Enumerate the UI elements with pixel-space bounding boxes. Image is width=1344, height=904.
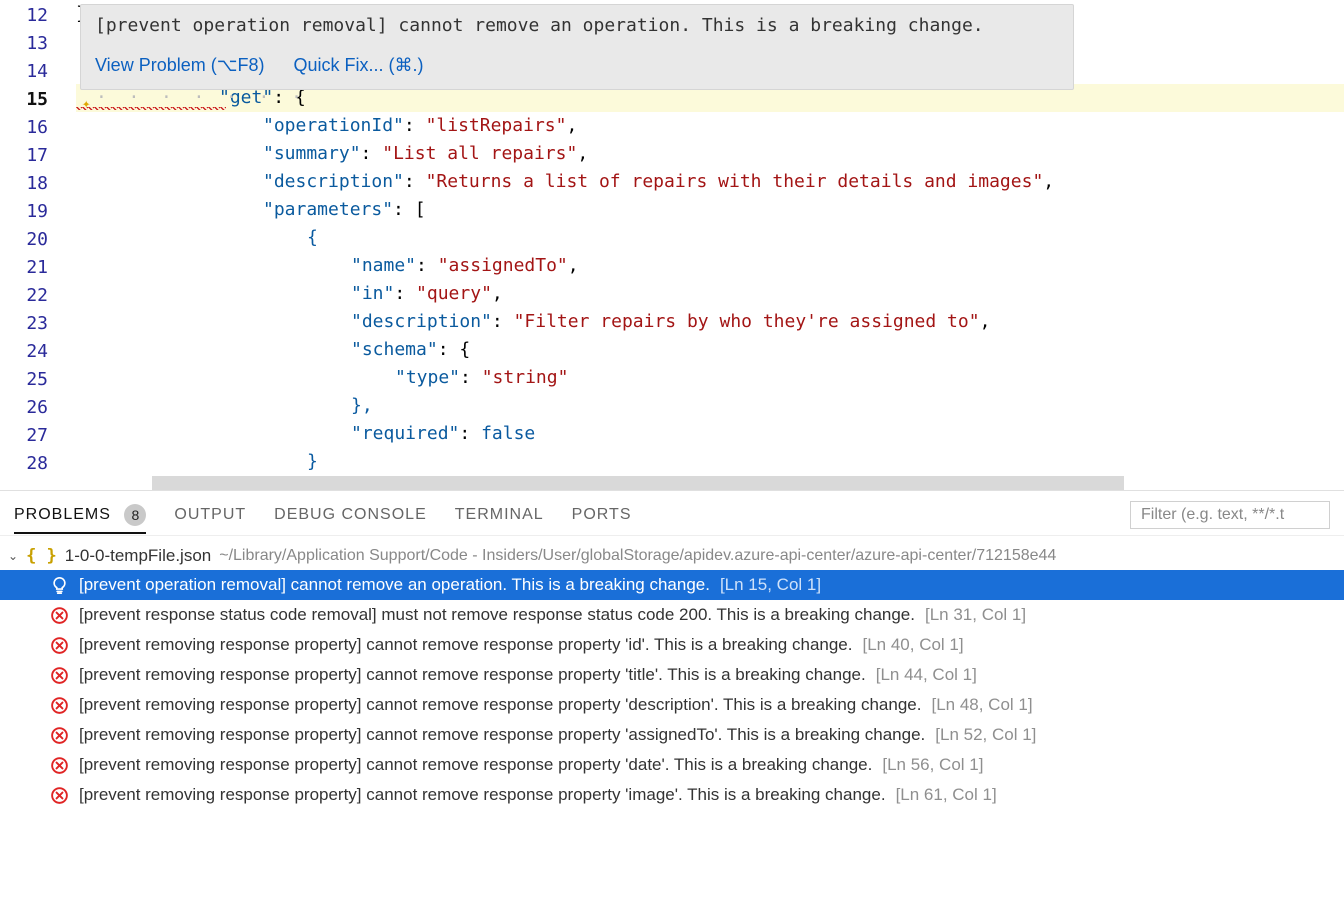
problem-hover-message: [prevent operation removal] cannot remov… xyxy=(95,11,1059,41)
view-problem-link[interactable]: View Problem (⌥F8) xyxy=(95,55,264,75)
problem-row[interactable]: [prevent removing response property] can… xyxy=(0,630,1344,660)
error-icon xyxy=(50,666,69,685)
problem-row[interactable]: [prevent removing response property] can… xyxy=(0,660,1344,690)
lightbulb-icon xyxy=(50,576,69,595)
line-number: 16 xyxy=(0,114,48,142)
problem-message: [prevent removing response property] can… xyxy=(79,755,872,775)
code-line[interactable]: { xyxy=(76,224,1344,252)
tab-ports[interactable]: PORTS xyxy=(572,506,632,524)
line-number: 18 xyxy=(0,170,48,198)
problem-row[interactable]: [prevent removing response property] can… xyxy=(0,780,1344,810)
problem-location: [Ln 31, Col 1] xyxy=(925,605,1026,625)
problem-hover-actions: View Problem (⌥F8) Quick Fix... (⌘.) xyxy=(95,51,1059,79)
tab-problems[interactable]: PROBLEMS 8 xyxy=(14,504,146,534)
error-icon xyxy=(50,606,69,625)
line-number: 19 xyxy=(0,198,48,226)
json-file-icon: { } xyxy=(26,546,57,566)
tab-problems-label: PROBLEMS xyxy=(14,506,111,523)
problem-message: [prevent removing response property] can… xyxy=(79,665,866,685)
line-number: 20 xyxy=(0,226,48,254)
quick-fix-link[interactable]: Quick Fix... (⌘.) xyxy=(293,55,423,75)
code-line[interactable]: "description": "Filter repairs by who th… xyxy=(76,308,1344,336)
panel-tabs: PROBLEMS 8 OUTPUT DEBUG CONSOLE TERMINAL… xyxy=(0,491,1344,536)
line-number: 23 xyxy=(0,310,48,338)
problems-file-name: 1-0-0-tempFile.json xyxy=(65,546,211,566)
line-number: 14 xyxy=(0,58,48,86)
problem-location: [Ln 52, Col 1] xyxy=(935,725,1036,745)
problem-row[interactable]: [prevent response status code removal] m… xyxy=(0,600,1344,630)
problem-row[interactable]: [prevent removing response property] can… xyxy=(0,750,1344,780)
code-column[interactable]: }✦"get": {"operationId": "listRepairs","… xyxy=(76,0,1344,490)
problem-location: [Ln 44, Col 1] xyxy=(876,665,977,685)
problem-row[interactable]: [prevent operation removal] cannot remov… xyxy=(0,570,1344,600)
line-number: 28 xyxy=(0,450,48,478)
tab-debug-console[interactable]: DEBUG CONSOLE xyxy=(274,506,427,524)
line-number: 17 xyxy=(0,142,48,170)
line-number: 25 xyxy=(0,366,48,394)
line-number-gutter: 1213141516171819202122232425262728 xyxy=(0,0,76,490)
code-line[interactable]: "in": "query", xyxy=(76,280,1344,308)
problem-message: [prevent removing response property] can… xyxy=(79,695,921,715)
problem-location: [Ln 48, Col 1] xyxy=(931,695,1032,715)
line-number: 22 xyxy=(0,282,48,310)
code-line[interactable]: }, xyxy=(76,392,1344,420)
problem-location: [Ln 40, Col 1] xyxy=(862,635,963,655)
problem-message: [prevent removing response property] can… xyxy=(79,785,886,805)
code-line[interactable]: "type": "string" xyxy=(76,364,1344,392)
line-number: 21 xyxy=(0,254,48,282)
problem-location: [Ln 61, Col 1] xyxy=(896,785,997,805)
editor-area: 1213141516171819202122232425262728 }✦"ge… xyxy=(0,0,1344,490)
code-line[interactable]: "required": false xyxy=(76,420,1344,448)
code-line[interactable]: "summary": "List all repairs", xyxy=(76,140,1344,168)
line-number: 15 xyxy=(0,86,48,114)
error-squiggle xyxy=(76,107,226,110)
line-number: 26 xyxy=(0,394,48,422)
problem-message: [prevent removing response property] can… xyxy=(79,635,852,655)
problem-message: [prevent response status code removal] m… xyxy=(79,605,915,625)
problems-file-row[interactable]: ⌄ { } 1-0-0-tempFile.json ~/Library/Appl… xyxy=(0,542,1344,570)
code-line[interactable]: "operationId": "listRepairs", xyxy=(76,112,1344,140)
line-number: 12 xyxy=(0,2,48,30)
problems-filter-input[interactable]: Filter (e.g. text, **/*.t xyxy=(1130,501,1330,529)
problem-message: [prevent operation removal] cannot remov… xyxy=(79,575,710,595)
code-line[interactable]: } xyxy=(76,448,1344,476)
problem-message: [prevent removing response property] can… xyxy=(79,725,925,745)
line-number: 24 xyxy=(0,338,48,366)
horizontal-scrollbar[interactable] xyxy=(152,476,1124,490)
problem-row[interactable]: [prevent removing response property] can… xyxy=(0,720,1344,750)
problems-file-path: ~/Library/Application Support/Code - Ins… xyxy=(219,547,1056,565)
error-icon xyxy=(50,786,69,805)
problems-list: ⌄ { } 1-0-0-tempFile.json ~/Library/Appl… xyxy=(0,536,1344,904)
error-icon xyxy=(50,636,69,655)
code-line[interactable]: "parameters": [ xyxy=(76,196,1344,224)
problems-count-badge: 8 xyxy=(124,504,146,526)
line-number: 27 xyxy=(0,422,48,450)
chevron-down-icon: ⌄ xyxy=(8,549,18,563)
problem-location: [Ln 56, Col 1] xyxy=(882,755,983,775)
error-icon xyxy=(50,726,69,745)
problem-row[interactable]: [prevent removing response property] can… xyxy=(0,690,1344,720)
line-number: 13 xyxy=(0,30,48,58)
tab-output[interactable]: OUTPUT xyxy=(174,506,246,524)
error-icon xyxy=(50,756,69,775)
code-line[interactable]: "schema": { xyxy=(76,336,1344,364)
code-line[interactable]: "description": "Returns a list of repair… xyxy=(76,168,1344,196)
code-line[interactable]: "name": "assignedTo", xyxy=(76,252,1344,280)
problem-hover-popup: [prevent operation removal] cannot remov… xyxy=(80,4,1074,90)
problem-location: [Ln 15, Col 1] xyxy=(720,575,821,595)
bottom-panel: PROBLEMS 8 OUTPUT DEBUG CONSOLE TERMINAL… xyxy=(0,490,1344,904)
error-icon xyxy=(50,696,69,715)
tab-terminal[interactable]: TERMINAL xyxy=(455,506,544,524)
